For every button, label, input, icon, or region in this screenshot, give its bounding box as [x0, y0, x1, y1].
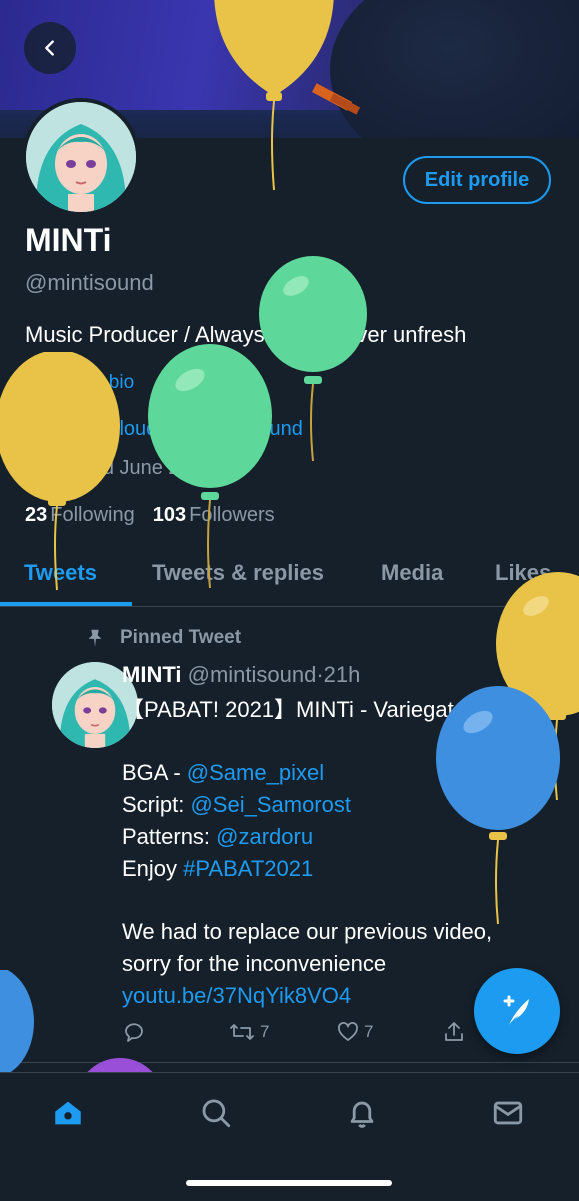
bell-icon [350, 1101, 374, 1128]
mention-link[interactable]: @Same_pixel [187, 760, 324, 785]
tweet-text-fragment: BGA - [122, 760, 187, 785]
pinned-label: Pinned Tweet [120, 627, 242, 648]
follow-stats: 23 Following 103 Followers [25, 504, 275, 527]
chevron-left-icon [45, 40, 54, 56]
profile-link-row[interactable]: soundcloud.com/mintisound [25, 418, 303, 441]
nav-home[interactable] [48, 1093, 88, 1133]
tab-tweets-replies[interactable]: Tweets & replies [152, 560, 324, 586]
tweet-line: 【PABAT! 2021】MINTi - Variegata [122, 697, 466, 722]
banner-tree [330, 0, 579, 138]
mention-link[interactable]: @zardoru [216, 824, 313, 849]
mail-icon [493, 1101, 523, 1125]
tweet-author-handle[interactable]: @mintisound [188, 662, 317, 687]
tweet-more-button[interactable]: ··· [528, 664, 550, 690]
tweet-text-fragment: Script: [122, 792, 191, 817]
profile-tabs: Tweets Tweets & replies Media Likes [0, 548, 579, 607]
following-link[interactable]: 23 Following [25, 504, 135, 527]
tweet-line: sorry for the inconvenience [122, 951, 387, 976]
reply-icon [125, 1023, 143, 1042]
hashtag-link[interactable]: #PABAT2021 [183, 856, 313, 881]
retweet-button[interactable]: 7 [228, 1020, 269, 1044]
tweet-line: We had to replace our previous video, [122, 919, 493, 944]
retweet-count: 7 [260, 1022, 270, 1041]
link-icon [28, 420, 44, 439]
tweet-line: youtu.be/37NqYik8VO4 [122, 980, 492, 1012]
back-button[interactable] [24, 22, 76, 74]
tweet-divider [0, 1062, 579, 1063]
share-button[interactable] [442, 1020, 466, 1044]
tweet-line: Enjoy #PABAT2021 [122, 853, 492, 885]
like-count: 7 [364, 1022, 374, 1041]
share-icon [445, 1022, 463, 1041]
tweet-line: BGA - @Same_pixel [122, 757, 492, 789]
tweet-separator: · [316, 662, 324, 687]
tab-tweets[interactable]: Tweets [24, 560, 97, 586]
pin-icon [88, 629, 102, 648]
heart-icon [338, 1022, 358, 1041]
active-tab-indicator [0, 602, 132, 606]
translate-bio-link[interactable]: Translate bio [25, 372, 134, 394]
pinned-indicator: Pinned Tweet [84, 626, 241, 650]
tweet-header: MINTi @mintisound·21h [122, 662, 360, 688]
edit-profile-button[interactable]: Edit profile [403, 156, 551, 204]
tweet-author-name[interactable]: MINTi [122, 662, 181, 687]
profile-link[interactable]: soundcloud.com/mintisound [55, 418, 303, 441]
calendar-icon [26, 461, 46, 478]
search-icon [202, 1099, 231, 1128]
home-indicator [186, 1180, 392, 1186]
tweet-time[interactable]: 21h [324, 662, 361, 687]
joined-row: Joined June 2013 [25, 457, 213, 480]
followers-link[interactable]: 103 Followers [153, 504, 275, 527]
joined-date: Joined June 2013 [55, 457, 213, 479]
mention-link[interactable]: @Sei_Samorost [190, 792, 351, 817]
url-link[interactable]: youtu.be/37NqYik8VO4 [122, 983, 351, 1008]
compose-icon [503, 995, 529, 1025]
nav-notifications[interactable] [342, 1093, 382, 1133]
compose-tweet-button[interactable] [474, 968, 560, 1054]
profile-avatar[interactable] [22, 98, 140, 216]
profile-name: MINTi [25, 222, 112, 258]
reply-button[interactable] [122, 1020, 146, 1044]
tweet-text-fragment: Patterns: [122, 824, 217, 849]
followers-label: Followers [189, 504, 275, 526]
balloon-decoration [0, 970, 34, 1077]
profile-bio: Music Producer / Always fresh, never unf… [25, 322, 467, 347]
tab-media[interactable]: Media [381, 560, 443, 586]
tweet-text: 【PABAT! 2021】MINTi - Variegata BGA - @Sa… [122, 694, 492, 1012]
profile-handle: @mintisound [25, 270, 154, 295]
nav-search[interactable] [196, 1093, 236, 1133]
avatar-illustration [26, 102, 136, 212]
following-label: Following [50, 504, 135, 526]
tweet-line: Script: @Sei_Samorost [122, 789, 492, 821]
tweet-actions: 7 7 [122, 1020, 472, 1050]
retweet-icon [230, 1024, 254, 1040]
nav-messages[interactable] [488, 1093, 528, 1133]
tweet-text-fragment: Enjoy [122, 856, 184, 881]
tweet-line: Patterns: @zardoru [122, 821, 492, 853]
followers-count: 103 [152, 504, 187, 526]
home-icon [55, 1101, 81, 1125]
tab-likes[interactable]: Likes [495, 560, 551, 586]
like-button[interactable]: 7 [336, 1020, 373, 1044]
following-count: 23 [25, 504, 48, 526]
